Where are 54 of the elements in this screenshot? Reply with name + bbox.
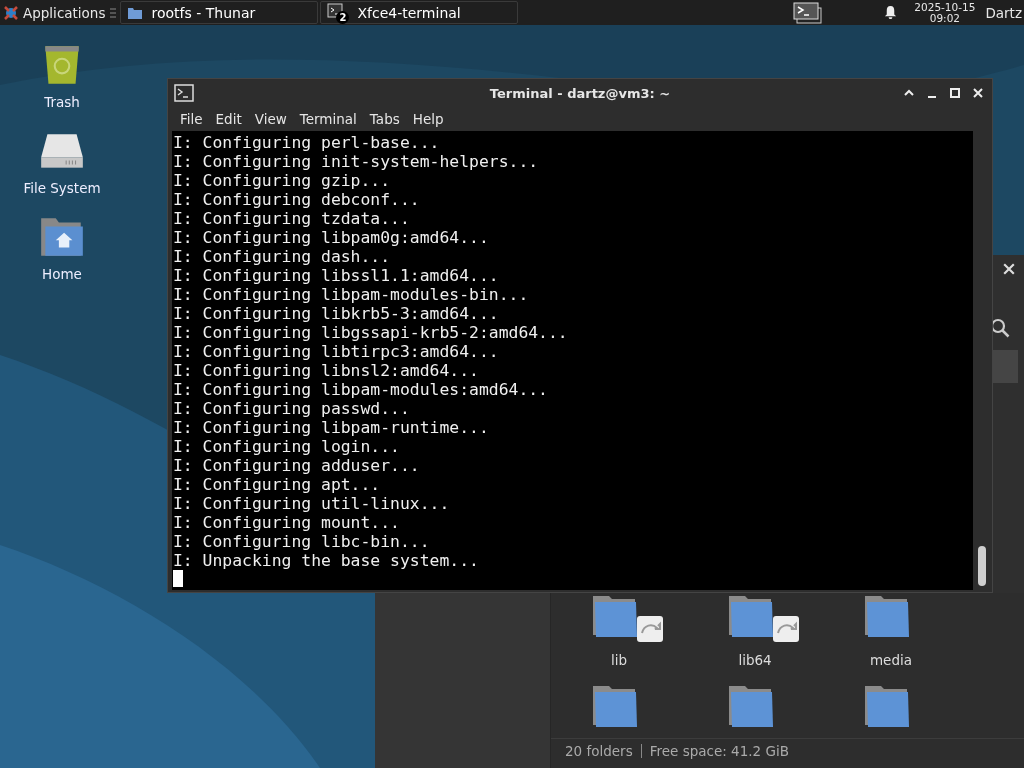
terminal-line: I: Configuring libgssapi-krb5-2:amd64... xyxy=(173,323,569,342)
workspace-pager-icon[interactable] xyxy=(793,1,824,24)
terminal-icon xyxy=(327,2,344,19)
terminal-line: I: Configuring debconf... xyxy=(173,190,421,209)
terminal-line: I: Configuring libpam0g:amd64... xyxy=(173,228,490,247)
user-name[interactable]: Dartz xyxy=(985,4,1022,21)
free-space: Free space: 41.2 GiB xyxy=(649,743,789,759)
separator-handle-icon xyxy=(110,7,117,18)
terminal-line: I: Configuring libtirpc3:amd64... xyxy=(173,342,500,361)
terminal-line: I: Configuring passwd... xyxy=(173,399,411,418)
terminal-line: I: Configuring libc-bin... xyxy=(173,532,431,551)
close-icon[interactable] xyxy=(972,87,984,99)
desktop-icon-label[interactable]: File System xyxy=(23,180,101,196)
terminal-line: I: Configuring adduser... xyxy=(173,456,421,475)
desktop-icon-label[interactable]: Trash xyxy=(44,94,80,110)
maximize-icon[interactable] xyxy=(949,87,961,99)
terminal-line: I: Configuring login... xyxy=(173,437,401,456)
clock[interactable]: 2025-10-15 09:02 xyxy=(914,1,976,24)
menu-item[interactable]: Edit xyxy=(215,111,242,127)
terminal-line: I: Configuring libssl1.1:amd64... xyxy=(173,266,500,285)
terminal-line: I: Configuring apt... xyxy=(173,475,382,494)
terminal-icon xyxy=(174,84,194,102)
scrollbar-thumb[interactable] xyxy=(978,546,986,586)
search-icon[interactable] xyxy=(990,318,1010,338)
terminal-line: I: Unpacking the base system... xyxy=(173,551,480,570)
terminal-line: I: Configuring libpam-modules-bin... xyxy=(173,285,530,304)
folder-name[interactable]: media xyxy=(869,652,913,668)
mouse-logo-icon xyxy=(3,4,19,21)
terminal-line: I: Configuring gzip... xyxy=(173,171,392,190)
taskbar-button[interactable]: 2 Xfce4-terminal xyxy=(320,1,519,24)
menu-item[interactable]: Tabs xyxy=(369,111,400,127)
terminal-line: I: Configuring mount... xyxy=(173,513,401,532)
folder-name[interactable]: lib xyxy=(610,652,628,668)
taskbar-button[interactable]: rootfs - Thunar xyxy=(120,1,319,24)
menu-item[interactable]: View xyxy=(254,111,287,127)
terminal-line: I: Configuring perl-base... xyxy=(173,133,441,152)
menu-item[interactable]: Help xyxy=(412,111,444,127)
terminal-line: I: Configuring init-system-helpers... xyxy=(173,152,540,171)
desktop-icon-label[interactable]: Home xyxy=(42,266,82,282)
close-icon[interactable] xyxy=(1002,263,1016,277)
terminal-line: I: Configuring libnsl2:amd64... xyxy=(173,361,480,380)
menu-item[interactable]: File xyxy=(180,111,203,127)
text-cursor xyxy=(173,570,183,587)
applications-menu[interactable]: Applications xyxy=(0,0,109,25)
terminal-line: I: Configuring tzdata... xyxy=(173,209,411,228)
terminal-line: I: Configuring dash... xyxy=(173,247,392,266)
window-title: Terminal - dartz@vm3: ~ xyxy=(489,85,671,101)
terminal-line: I: Configuring libkrb5-3:amd64... xyxy=(173,304,500,323)
folder-count: 20 folders xyxy=(565,743,633,759)
terminal-line: I: Configuring libpam-runtime... xyxy=(173,418,490,437)
terminal-line: I: Configuring libpam-modules:amd64... xyxy=(173,380,549,399)
terminal-line: I: Configuring util-linux... xyxy=(173,494,451,513)
menu-item[interactable]: Terminal xyxy=(299,111,357,127)
folder-name[interactable]: lib64 xyxy=(738,652,772,668)
